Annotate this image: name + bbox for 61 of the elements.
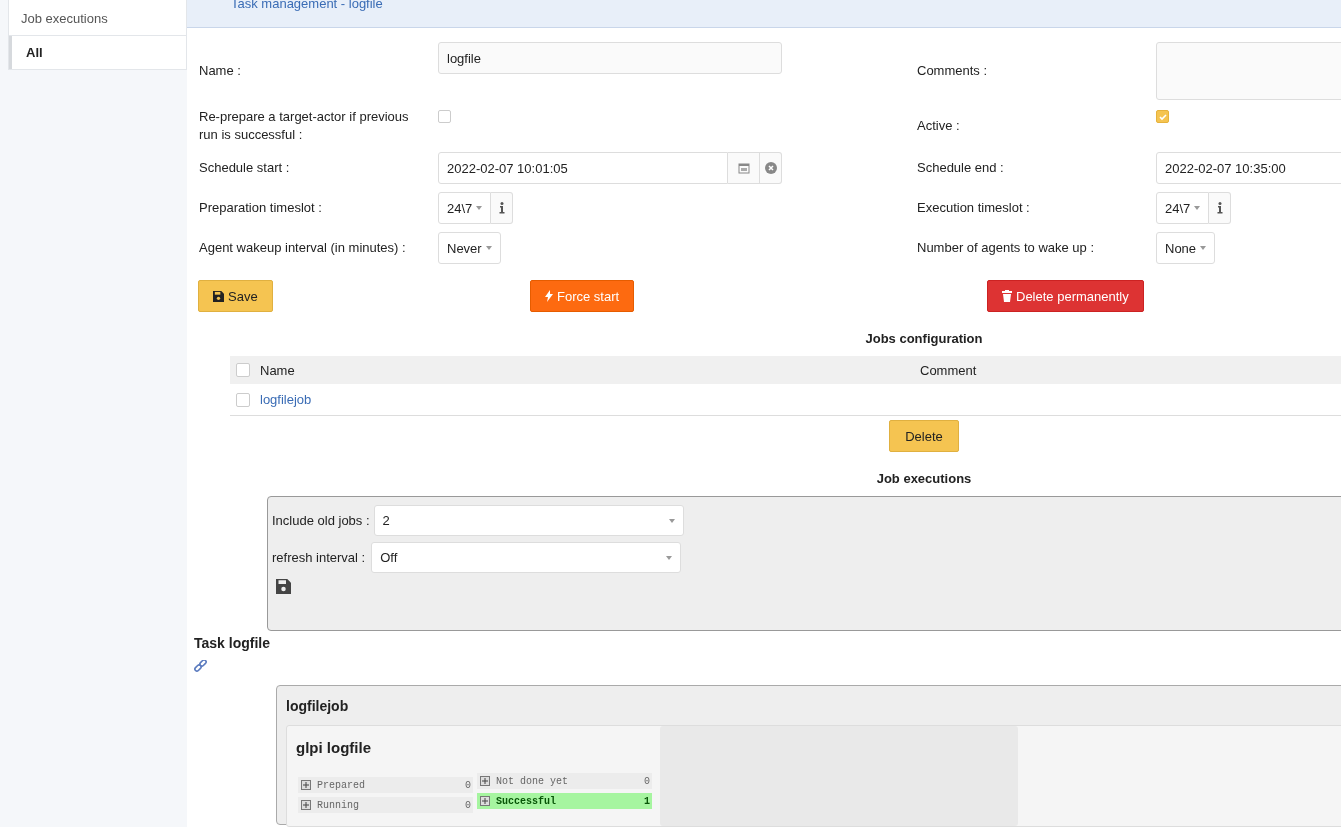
- caret-icon: [666, 555, 673, 560]
- field-label: Agent wakeup interval (in minutes) :: [199, 239, 407, 257]
- field-label: Number of agents to wake up :: [917, 239, 1096, 257]
- trash-icon: [1002, 290, 1012, 302]
- job-link[interactable]: logfilejob: [260, 392, 920, 407]
- clear-icon[interactable]: [760, 152, 782, 184]
- field-label: Active :: [917, 117, 961, 135]
- save-icon[interactable]: [276, 579, 291, 594]
- timeslot-dropdown[interactable]: 24\7: [1156, 192, 1210, 224]
- select-dropdown[interactable]: Never: [438, 232, 501, 264]
- timeslot-dropdown[interactable]: 24\7: [438, 192, 492, 224]
- link-icon[interactable]: [194, 660, 207, 673]
- expand-icon[interactable]: [301, 800, 311, 810]
- field-label: Include old jobs :: [272, 513, 370, 528]
- checkbox[interactable]: [236, 392, 250, 407]
- field-label: Re-prepare a target-actor if previous run is successful :: [199, 108, 410, 144]
- calendar-icon[interactable]: [728, 152, 760, 184]
- field-label: Preparation timeslot :: [199, 199, 323, 217]
- caret-icon: [485, 246, 492, 250]
- expand-icon[interactable]: [301, 780, 311, 790]
- status-counter[interactable]: Prepared 0: [298, 777, 473, 793]
- caret-icon: [1200, 246, 1207, 250]
- expand-icon[interactable]: [480, 796, 490, 806]
- expand-icon[interactable]: [480, 776, 490, 786]
- caret-icon: [668, 518, 675, 523]
- checkbox[interactable]: [236, 363, 250, 377]
- field-label: Execution timeslot :: [917, 199, 1031, 217]
- check-icon: [1157, 111, 1168, 122]
- status-counter[interactable]: Running 0: [298, 797, 473, 813]
- caret-icon: [1194, 206, 1201, 210]
- comments-field[interactable]: [1156, 42, 1341, 100]
- column-header: Name: [260, 362, 296, 378]
- date-field[interactable]: 2022-02-07 10:01:05: [438, 152, 728, 184]
- field-label: Name :: [199, 62, 242, 80]
- info-icon[interactable]: [1209, 192, 1232, 224]
- select-dropdown[interactable]: Off: [371, 542, 682, 573]
- sidebar-title: Job executions: [9, 0, 186, 36]
- caret-icon: [476, 206, 483, 210]
- field-label: refresh interval :: [272, 550, 366, 565]
- checkbox[interactable]: [1156, 110, 1169, 123]
- status-counter[interactable]: Successful 1: [477, 793, 652, 809]
- field-label: Schedule start :: [199, 159, 291, 177]
- delete-button[interactable]: Delete: [889, 420, 959, 452]
- checkbox[interactable]: [438, 110, 451, 123]
- save-button[interactable]: Save: [198, 280, 273, 312]
- task-title: Task logfile: [194, 635, 271, 651]
- section-title: Jobs configuration: [864, 331, 984, 346]
- text-field[interactable]: logfile: [438, 42, 782, 74]
- info-icon[interactable]: [491, 192, 514, 224]
- section-title: Job executions: [875, 471, 973, 486]
- status-counter[interactable]: Not done yet 0: [477, 773, 652, 789]
- lightning-bolt-icon: [545, 290, 553, 302]
- field-label: Comments :: [917, 62, 989, 80]
- agent-title: glpi logfile: [296, 738, 372, 756]
- field-label: Schedule end :: [917, 159, 1005, 177]
- column-header: Comment: [920, 362, 977, 378]
- delete-button[interactable]: Delete permanently: [987, 280, 1144, 312]
- select-dropdown[interactable]: None: [1156, 232, 1216, 264]
- select-dropdown[interactable]: 2: [373, 505, 684, 536]
- date-field[interactable]: 2022-02-07 10:35:00: [1156, 152, 1341, 184]
- job-title: logfilejob: [286, 698, 350, 714]
